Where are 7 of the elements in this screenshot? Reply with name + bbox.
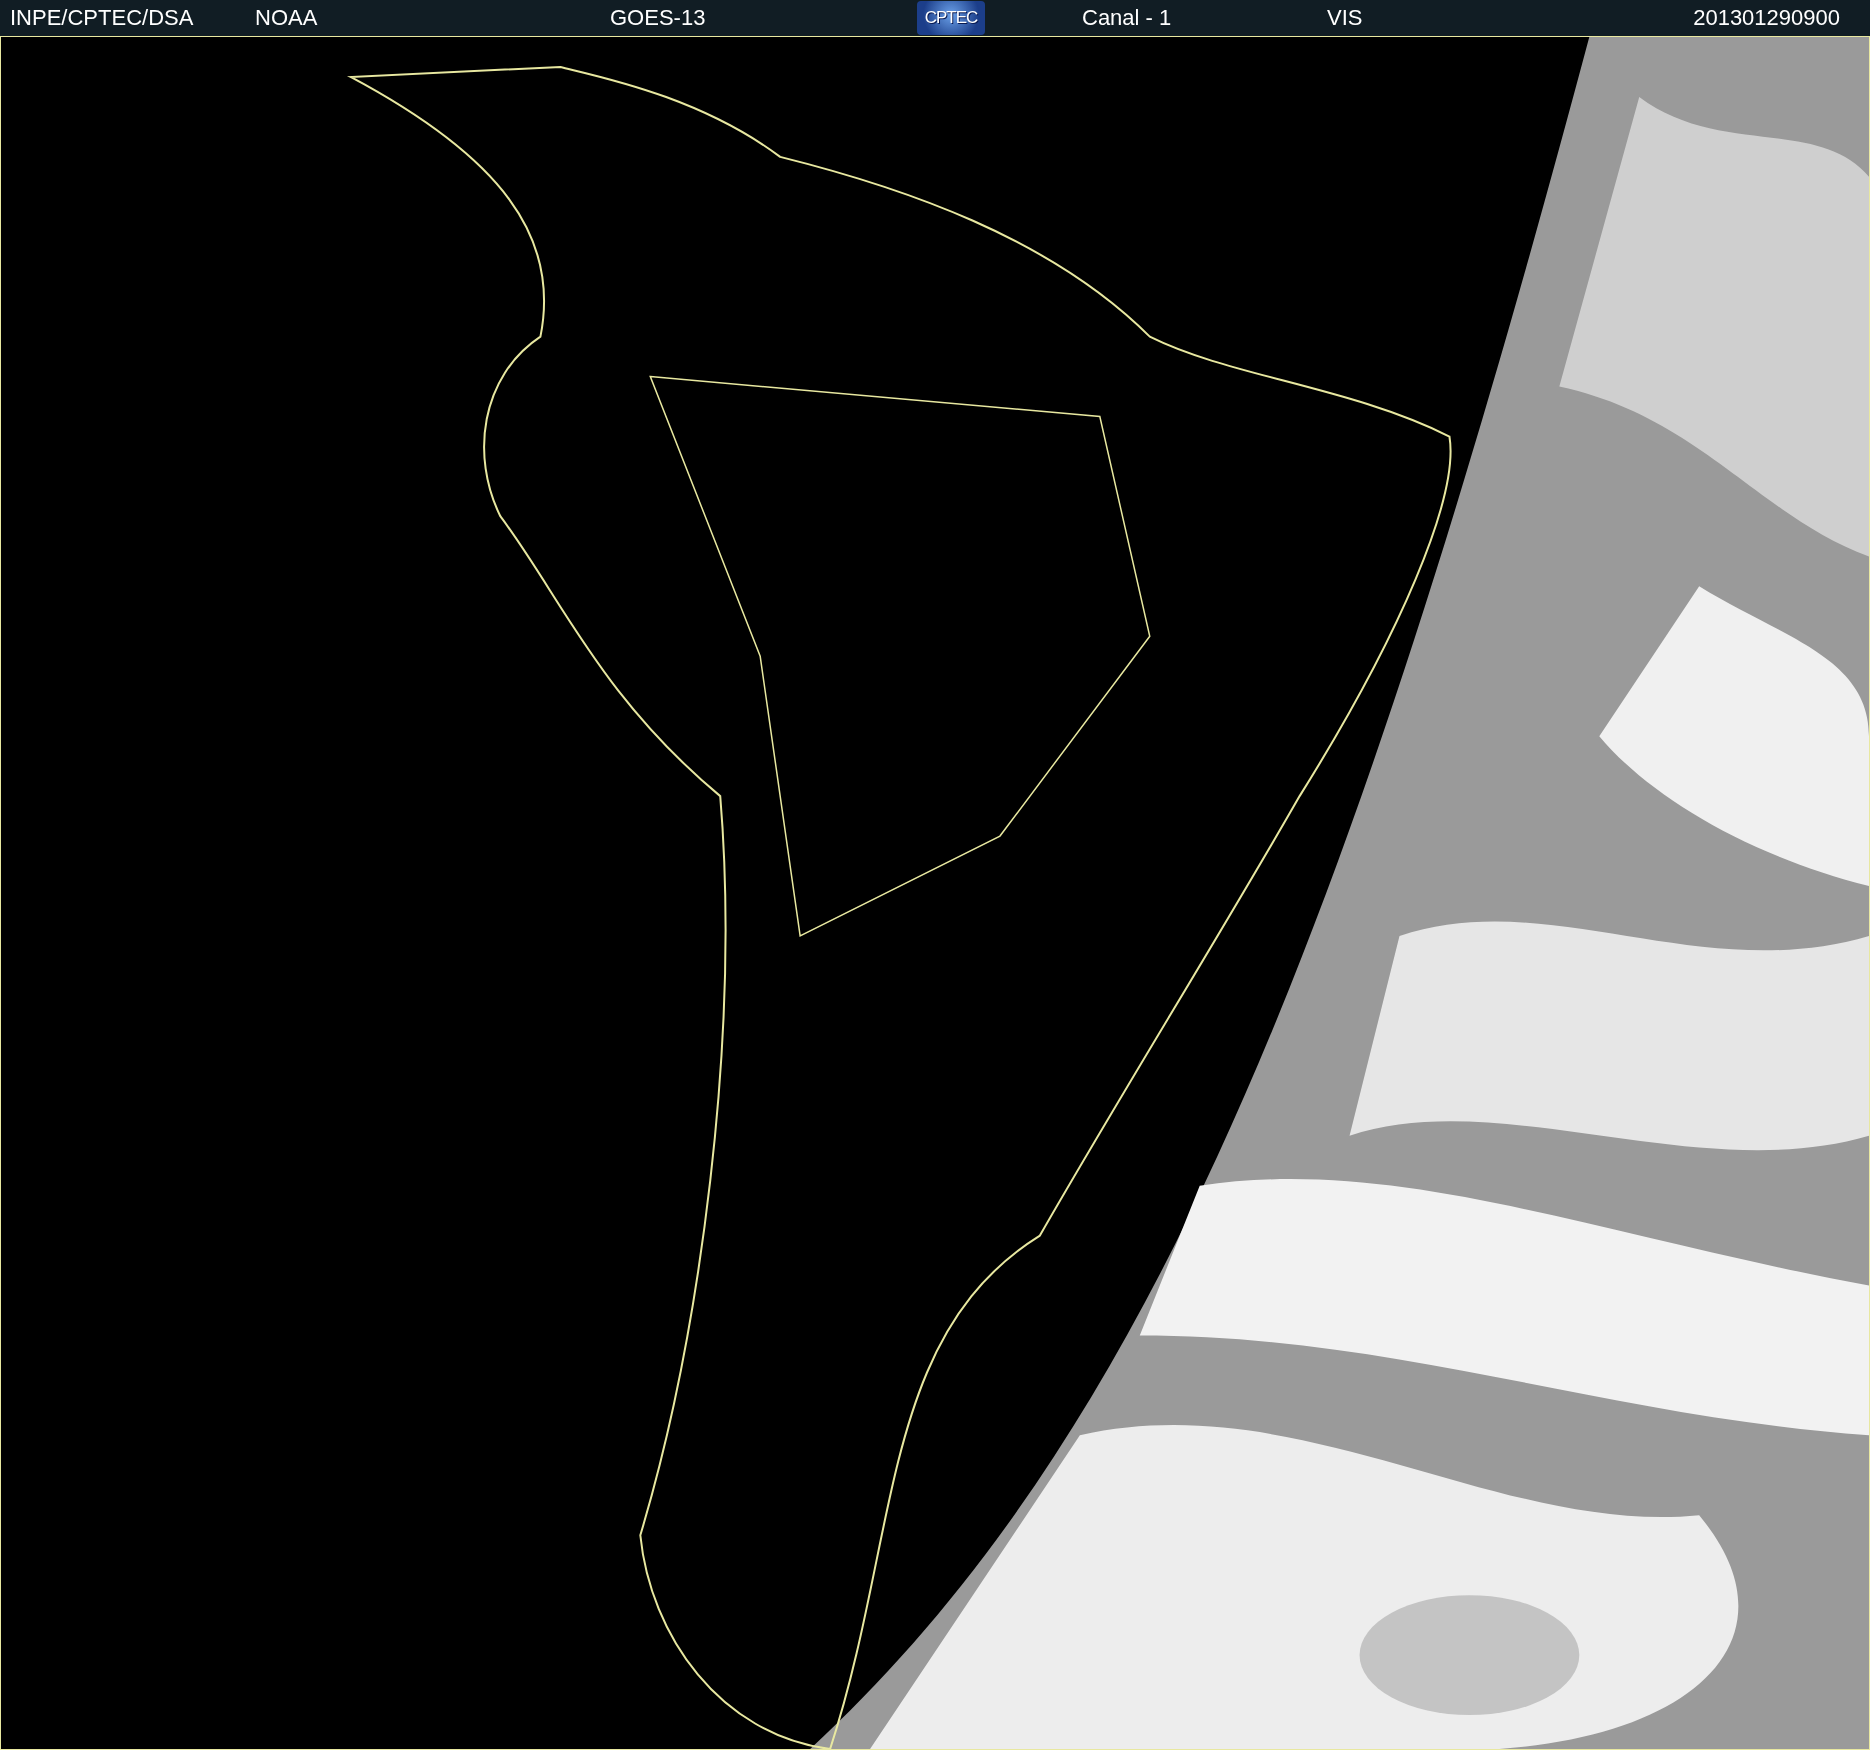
source-label: NOAA — [254, 5, 318, 31]
band-label: VIS — [1326, 5, 1363, 31]
logo: CPTEC — [917, 1, 985, 35]
satellite-label: GOES-13 — [609, 5, 706, 31]
agency-label: INPE/CPTEC/DSA — [9, 5, 194, 31]
timestamp-label: 201301290900 — [1692, 5, 1841, 31]
channel-label: Canal - 1 — [1081, 5, 1172, 31]
